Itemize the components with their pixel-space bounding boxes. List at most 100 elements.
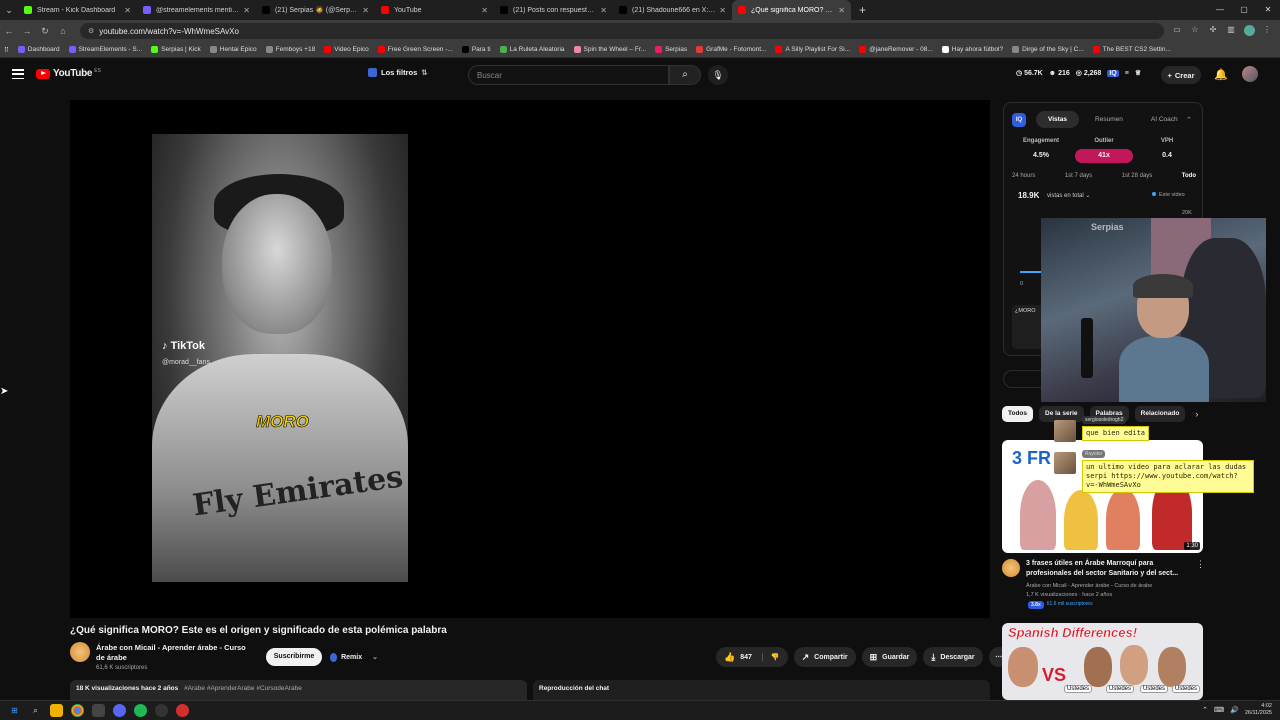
forward-icon[interactable]: → [18,26,36,36]
bookmark-item[interactable]: Dirge of the Sky | C... [1012,46,1084,53]
new-tab-icon[interactable]: + [859,3,866,17]
recommendation-thumbnail-2[interactable]: Spanish Differences! VS Ustedes Ustedes … [1002,623,1203,700]
spotify-icon[interactable] [134,704,147,717]
clock[interactable]: 4:02 26/11/2025 [1245,703,1272,717]
search-input[interactable]: Buscar [468,65,669,85]
tab-close-icon[interactable]: ✕ [243,6,250,15]
vidiq-tab-ai-coach[interactable]: AI Coach [1139,111,1190,128]
notifications-bell-icon[interactable]: 🔔 [1214,68,1228,81]
sidepanel-icon[interactable]: ▥ [1224,25,1238,38]
tab-close-icon[interactable]: ✕ [838,6,845,15]
chevron-right-icon[interactable]: › [1195,409,1198,419]
cast-icon[interactable]: ▭ [1170,25,1184,38]
browser-tab[interactable]: YouTube ✕ [375,0,494,20]
download-button[interactable]: ⤓ Descargar [923,647,983,667]
channel-avatar[interactable] [70,642,90,662]
bookmark-item[interactable]: @janeRemover - 08... [859,46,933,53]
views-dropdown[interactable]: vistas en total ⌄ [1047,192,1090,199]
browser-tab[interactable]: Stream - Kick Dashboard ✕ [18,0,137,20]
search-button[interactable]: ⌕ [669,65,701,85]
chevron-down-icon[interactable]: ⌄ [372,653,378,661]
browser-tab[interactable]: ¿Qué significa MORO? Este ✕ [732,0,851,20]
taskview-icon[interactable] [92,704,105,717]
description-box[interactable]: 18 K visualizaciones hace 2 años #Arabe … [70,680,527,700]
channel-name[interactable]: Árabe con Micail - Aprender árabe - Curs… [96,643,256,663]
account-avatar[interactable] [1242,66,1258,82]
youtube-logo[interactable]: YouTube ES [36,68,101,79]
chrome-icon[interactable] [71,704,84,717]
tab-close-icon[interactable]: ✕ [362,6,369,15]
browser-tab[interactable]: (21) Posts con respuestas de Se ✕ [494,0,613,20]
create-button[interactable]: + Crear [1161,66,1201,84]
tab-close-icon[interactable]: ✕ [124,6,131,15]
vidiq-tab-resumen[interactable]: Resumen [1083,111,1135,128]
bookmark-item[interactable]: Hentai Epico [209,46,257,53]
bookmark-item[interactable]: Hay ahora fútbol? [941,46,1003,53]
chip-todos[interactable]: Todos [1002,406,1034,422]
bookmark-star-icon[interactable]: ☆ [1188,25,1202,38]
search-icon[interactable]: ⌕ [29,704,42,717]
bookmark-item[interactable]: Free Green Screen -... [377,46,453,53]
chip-relacionado[interactable]: Relacionado [1134,406,1186,422]
discord-icon[interactable] [113,704,126,717]
bookmark-item[interactable]: StreamElements - S... [68,46,142,53]
app-icon[interactable] [176,704,189,717]
period-all[interactable]: Todo [1182,173,1196,179]
tab-close-icon[interactable]: ✕ [600,6,607,15]
list-icon[interactable]: ≡ [1125,70,1129,77]
recommendation-more-icon[interactable]: ⋮ [1196,559,1205,570]
hashtags[interactable]: #Arabe #AprenderArabe #CursodeArabe [184,685,302,692]
vidiq-icon[interactable]: IQ [1107,69,1119,77]
apps-icon[interactable]: ⠿ [4,46,9,54]
trophy-icon[interactable]: ♕ [1135,69,1141,77]
site-info-icon[interactable]: ⚙ [88,27,94,35]
extensions-icon[interactable]: ✣ [1206,25,1220,38]
menu-icon[interactable] [12,69,24,79]
tab-close-icon[interactable]: ✕ [719,6,726,15]
browser-tab[interactable]: (21) Shadoune666 en X: "Que s ✕ [613,0,732,20]
recommendation-channel-avatar[interactable] [1002,559,1020,577]
bookmark-item[interactable]: Video Epico [324,46,369,53]
period-24h[interactable]: 24 hours [1012,173,1035,179]
bookmark-item[interactable]: Dashboard [17,46,60,53]
like-icon[interactable]: 👍 [724,652,735,663]
home-icon[interactable]: ⌂ [54,26,72,36]
bookmark-item[interactable]: GrafMe - Fotomont... [696,46,766,53]
profile-icon[interactable] [1242,24,1256,38]
browser-tab[interactable]: (21) Serpias 🧔 (@Serpias) / X✕ [256,0,375,20]
period-28d[interactable]: 1st 28 days [1122,173,1153,179]
browser-menu-icon[interactable]: ⋮ [1260,25,1274,38]
back-icon[interactable]: ← [0,26,18,36]
dislike-icon[interactable]: 👎 [761,653,780,661]
close-window-icon[interactable]: ✕ [1256,0,1280,20]
tab-close-icon[interactable]: ✕ [481,6,488,15]
bookmark-item[interactable]: The BEST CS2 Settin... [1092,46,1171,53]
file-explorer-icon[interactable] [50,704,63,717]
bookmark-item[interactable]: Para ti [461,46,491,53]
url-field[interactable]: ⚙ youtube.com/watch?v=-WhWmeSAvXo [80,23,1164,39]
bookmark-item[interactable]: Serpias | Kick [151,46,201,53]
filters-button[interactable]: Los filtros ⇅ [368,68,428,77]
period-7d[interactable]: 1st 7 days [1065,173,1092,179]
tab-search-icon[interactable]: ⌄ [0,0,18,20]
save-button[interactable]: ⊞ Guardar [861,647,918,667]
bookmark-item[interactable]: Serpias [655,46,687,53]
remix-button[interactable]: Remix ⌄ [330,648,378,666]
maximize-icon[interactable]: ▢ [1232,0,1256,20]
share-button[interactable]: ↗ Compartir [793,647,856,667]
obs-icon[interactable] [155,704,168,717]
bookmark-item[interactable]: Femboys +18 [265,46,315,53]
subscribe-button[interactable]: Suscribirme [266,648,322,666]
network-icon[interactable]: ⌨ [1214,706,1224,714]
bookmark-item[interactable]: A Silly Playlist For Si... [775,46,850,53]
collapse-icon[interactable]: ⌃ [1186,116,1192,124]
recommendation-channel[interactable]: Árabe con Micail - Aprender árabe - Curs… [1026,583,1152,589]
browser-tab[interactable]: @streamelements mention ✕ [137,0,256,20]
vidiq-tab-vistas[interactable]: Vistas [1036,111,1080,128]
reload-icon[interactable]: ↻ [36,26,54,37]
voice-search-button[interactable]: 🎙 [708,65,728,85]
minimize-icon[interactable]: — [1208,0,1232,20]
tray-chevron-icon[interactable]: ⌃ [1202,706,1208,714]
bookmark-item[interactable]: Spin the Wheel – Fr... [573,46,646,53]
volume-icon[interactable]: 🔊 [1230,706,1239,714]
